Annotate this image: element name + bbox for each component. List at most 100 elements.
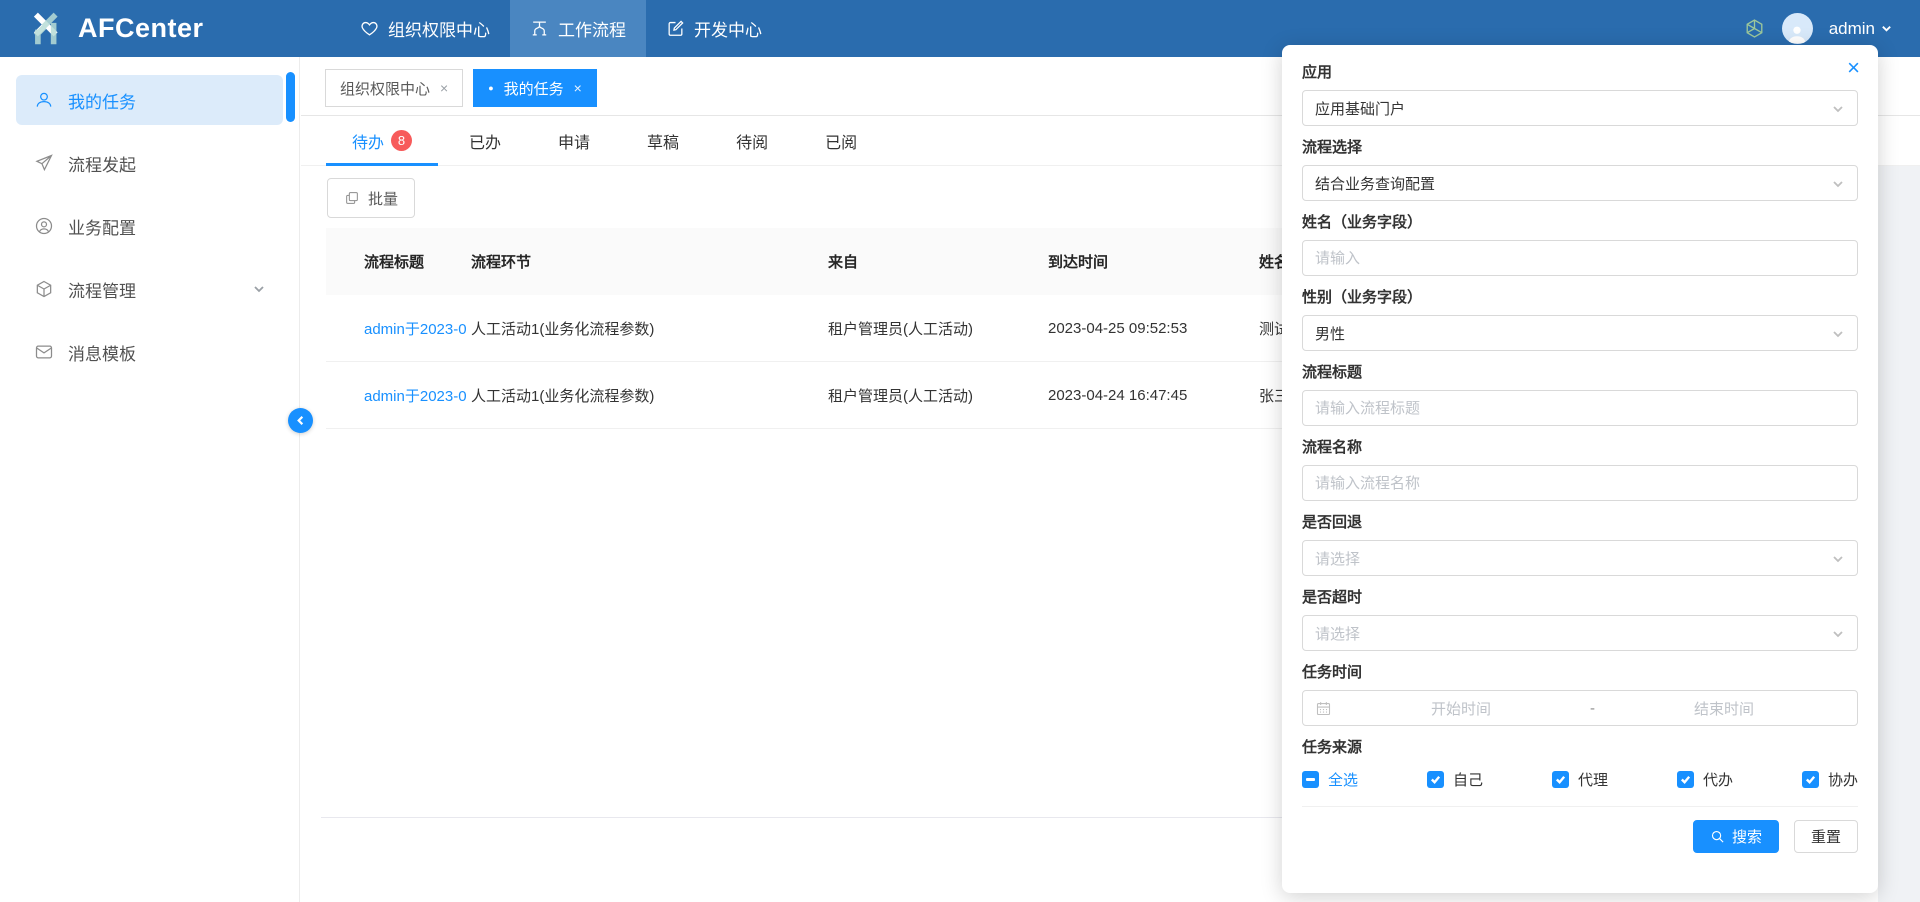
chevron-down-icon [1831,552,1845,566]
main-nav: 组织权限中心 工作流程 开发中心 [340,0,782,57]
checkbox-checked-icon [1427,771,1444,788]
task-time-range-picker[interactable]: 开始时间 - 结束时间 [1302,690,1858,726]
tab-my-tasks[interactable]: ● 我的任务 × [473,69,597,107]
chevron-down-icon [1831,177,1845,191]
process-title-input[interactable] [1315,400,1845,417]
search-button-label: 搜索 [1732,826,1762,847]
column-header: 来自 [828,251,1048,272]
checkbox-proxy[interactable]: 代理 [1552,769,1608,790]
subtab-label: 申请 [558,129,590,153]
app-field-label: 应用 [1302,61,1858,82]
user-avatar[interactable] [1782,13,1813,44]
checkbox-delegate[interactable]: 代办 [1677,769,1733,790]
user-circle-icon [34,216,54,236]
from-cell: 租户管理员(人工活动) [828,318,1048,339]
cube-icon [34,279,54,299]
process-title-link[interactable]: admin于2023-0 [364,385,471,406]
calendar-icon [1315,700,1332,717]
navbar-right: admin [1743,13,1920,44]
app-select[interactable]: 应用基础门户 [1302,90,1858,126]
process-title-link[interactable]: admin于2023-0 [364,318,471,339]
process-field-label: 流程选择 [1302,136,1858,157]
tab-label: 组织权限中心 [340,78,430,99]
subtab-apply[interactable]: 申请 [558,116,590,166]
sidebar-item-process-mgmt[interactable]: 流程管理 [16,264,283,314]
subtab-todo[interactable]: 待办 8 [352,116,412,166]
reset-button-label: 重置 [1811,826,1841,847]
search-button[interactable]: 搜索 [1693,820,1779,853]
process-title-field-label: 流程标题 [1302,361,1858,382]
arrive-time-cell: 2023-04-25 09:52:53 [1048,320,1259,337]
subtab-read[interactable]: 已阅 [825,116,857,166]
checkbox-self[interactable]: 自己 [1427,769,1483,790]
checkbox-label: 代办 [1703,769,1733,790]
tab-label: 我的任务 [504,78,564,99]
gender-select-value: 男性 [1315,323,1345,344]
sidebar-item-message-template[interactable]: 消息模板 [16,327,283,377]
heart-icon [360,19,379,38]
sidebar-item-my-tasks[interactable]: 我的任务 [16,75,283,125]
checkbox-select-all[interactable]: 全选 [1302,769,1358,790]
range-separator: - [1590,700,1595,717]
sidebar-collapse-button[interactable] [288,408,313,433]
checkbox-checked-icon [1802,771,1819,788]
subtab-label: 草稿 [647,129,679,153]
nav-item-workflow[interactable]: 工作流程 [510,0,646,57]
sidebar: 我的任务 流程发起 业务配置 流程管理 消息模板 [0,57,300,902]
todo-count-badge: 8 [391,130,412,151]
timeout-field-label: 是否超时 [1302,586,1858,607]
start-time-placeholder[interactable]: 开始时间 [1340,698,1582,719]
task-time-field-label: 任务时间 [1302,661,1858,682]
subtab-to-read[interactable]: 待阅 [736,116,768,166]
close-icon[interactable]: × [574,80,582,96]
rollback-select-placeholder: 请选择 [1315,548,1360,569]
chevron-down-icon [1881,23,1892,34]
sidebar-active-indicator [286,72,295,122]
gender-select[interactable]: 男性 [1302,315,1858,351]
rollback-field-label: 是否回退 [1302,511,1858,532]
chevron-down-icon [1831,102,1845,116]
subtab-done[interactable]: 已办 [469,116,501,166]
close-icon[interactable]: × [440,80,448,96]
sidebar-item-label: 我的任务 [68,88,136,113]
user-menu[interactable]: admin [1829,19,1892,39]
name-input[interactable] [1315,250,1845,267]
tab-org-permission[interactable]: 组织权限中心 × [325,69,463,107]
subtab-label: 已阅 [825,129,857,153]
column-header: 流程标题 [364,251,471,272]
sidebar-item-start-process[interactable]: 流程发起 [16,138,283,188]
timeout-select[interactable]: 请选择 [1302,615,1858,651]
reset-button[interactable]: 重置 [1794,820,1858,853]
nav-item-org-permission[interactable]: 组织权限中心 [340,0,510,57]
sidebar-item-business-config[interactable]: 业务配置 [16,201,283,251]
close-icon[interactable]: × [1847,57,1860,79]
chevron-down-icon [1831,327,1845,341]
paper-plane-icon [34,153,54,173]
checkbox-checked-icon [1552,771,1569,788]
assistant-icon[interactable] [1743,17,1766,40]
username: admin [1829,19,1875,39]
nav-item-label: 开发中心 [694,16,762,41]
nav-item-dev-center[interactable]: 开发中心 [646,0,782,57]
batch-button[interactable]: 批量 [327,178,415,218]
subtab-draft[interactable]: 草稿 [647,116,679,166]
rollback-select[interactable]: 请选择 [1302,540,1858,576]
process-select[interactable]: 结合业务查询配置 [1302,165,1858,201]
active-dot-icon: ● [488,84,493,93]
sidebar-item-label: 流程发起 [68,151,136,176]
process-name-input[interactable] [1315,475,1845,492]
checkbox-label: 自己 [1453,769,1483,790]
checkbox-assist[interactable]: 协办 [1802,769,1858,790]
nav-item-label: 组织权限中心 [388,16,490,41]
checkbox-label: 协办 [1828,769,1858,790]
column-header: 流程环节 [471,251,828,272]
end-time-placeholder[interactable]: 结束时间 [1603,698,1845,719]
search-icon [1710,829,1725,844]
checkbox-checked-icon [1677,771,1694,788]
copy-stack-icon [344,190,360,206]
task-source-options: 全选 自己 代理 代办 协办 [1302,769,1858,790]
subtab-label: 待阅 [736,129,768,153]
sidebar-item-label: 业务配置 [68,214,136,239]
batch-button-label: 批量 [368,188,398,209]
checkbox-indeterminate-icon [1302,771,1319,788]
